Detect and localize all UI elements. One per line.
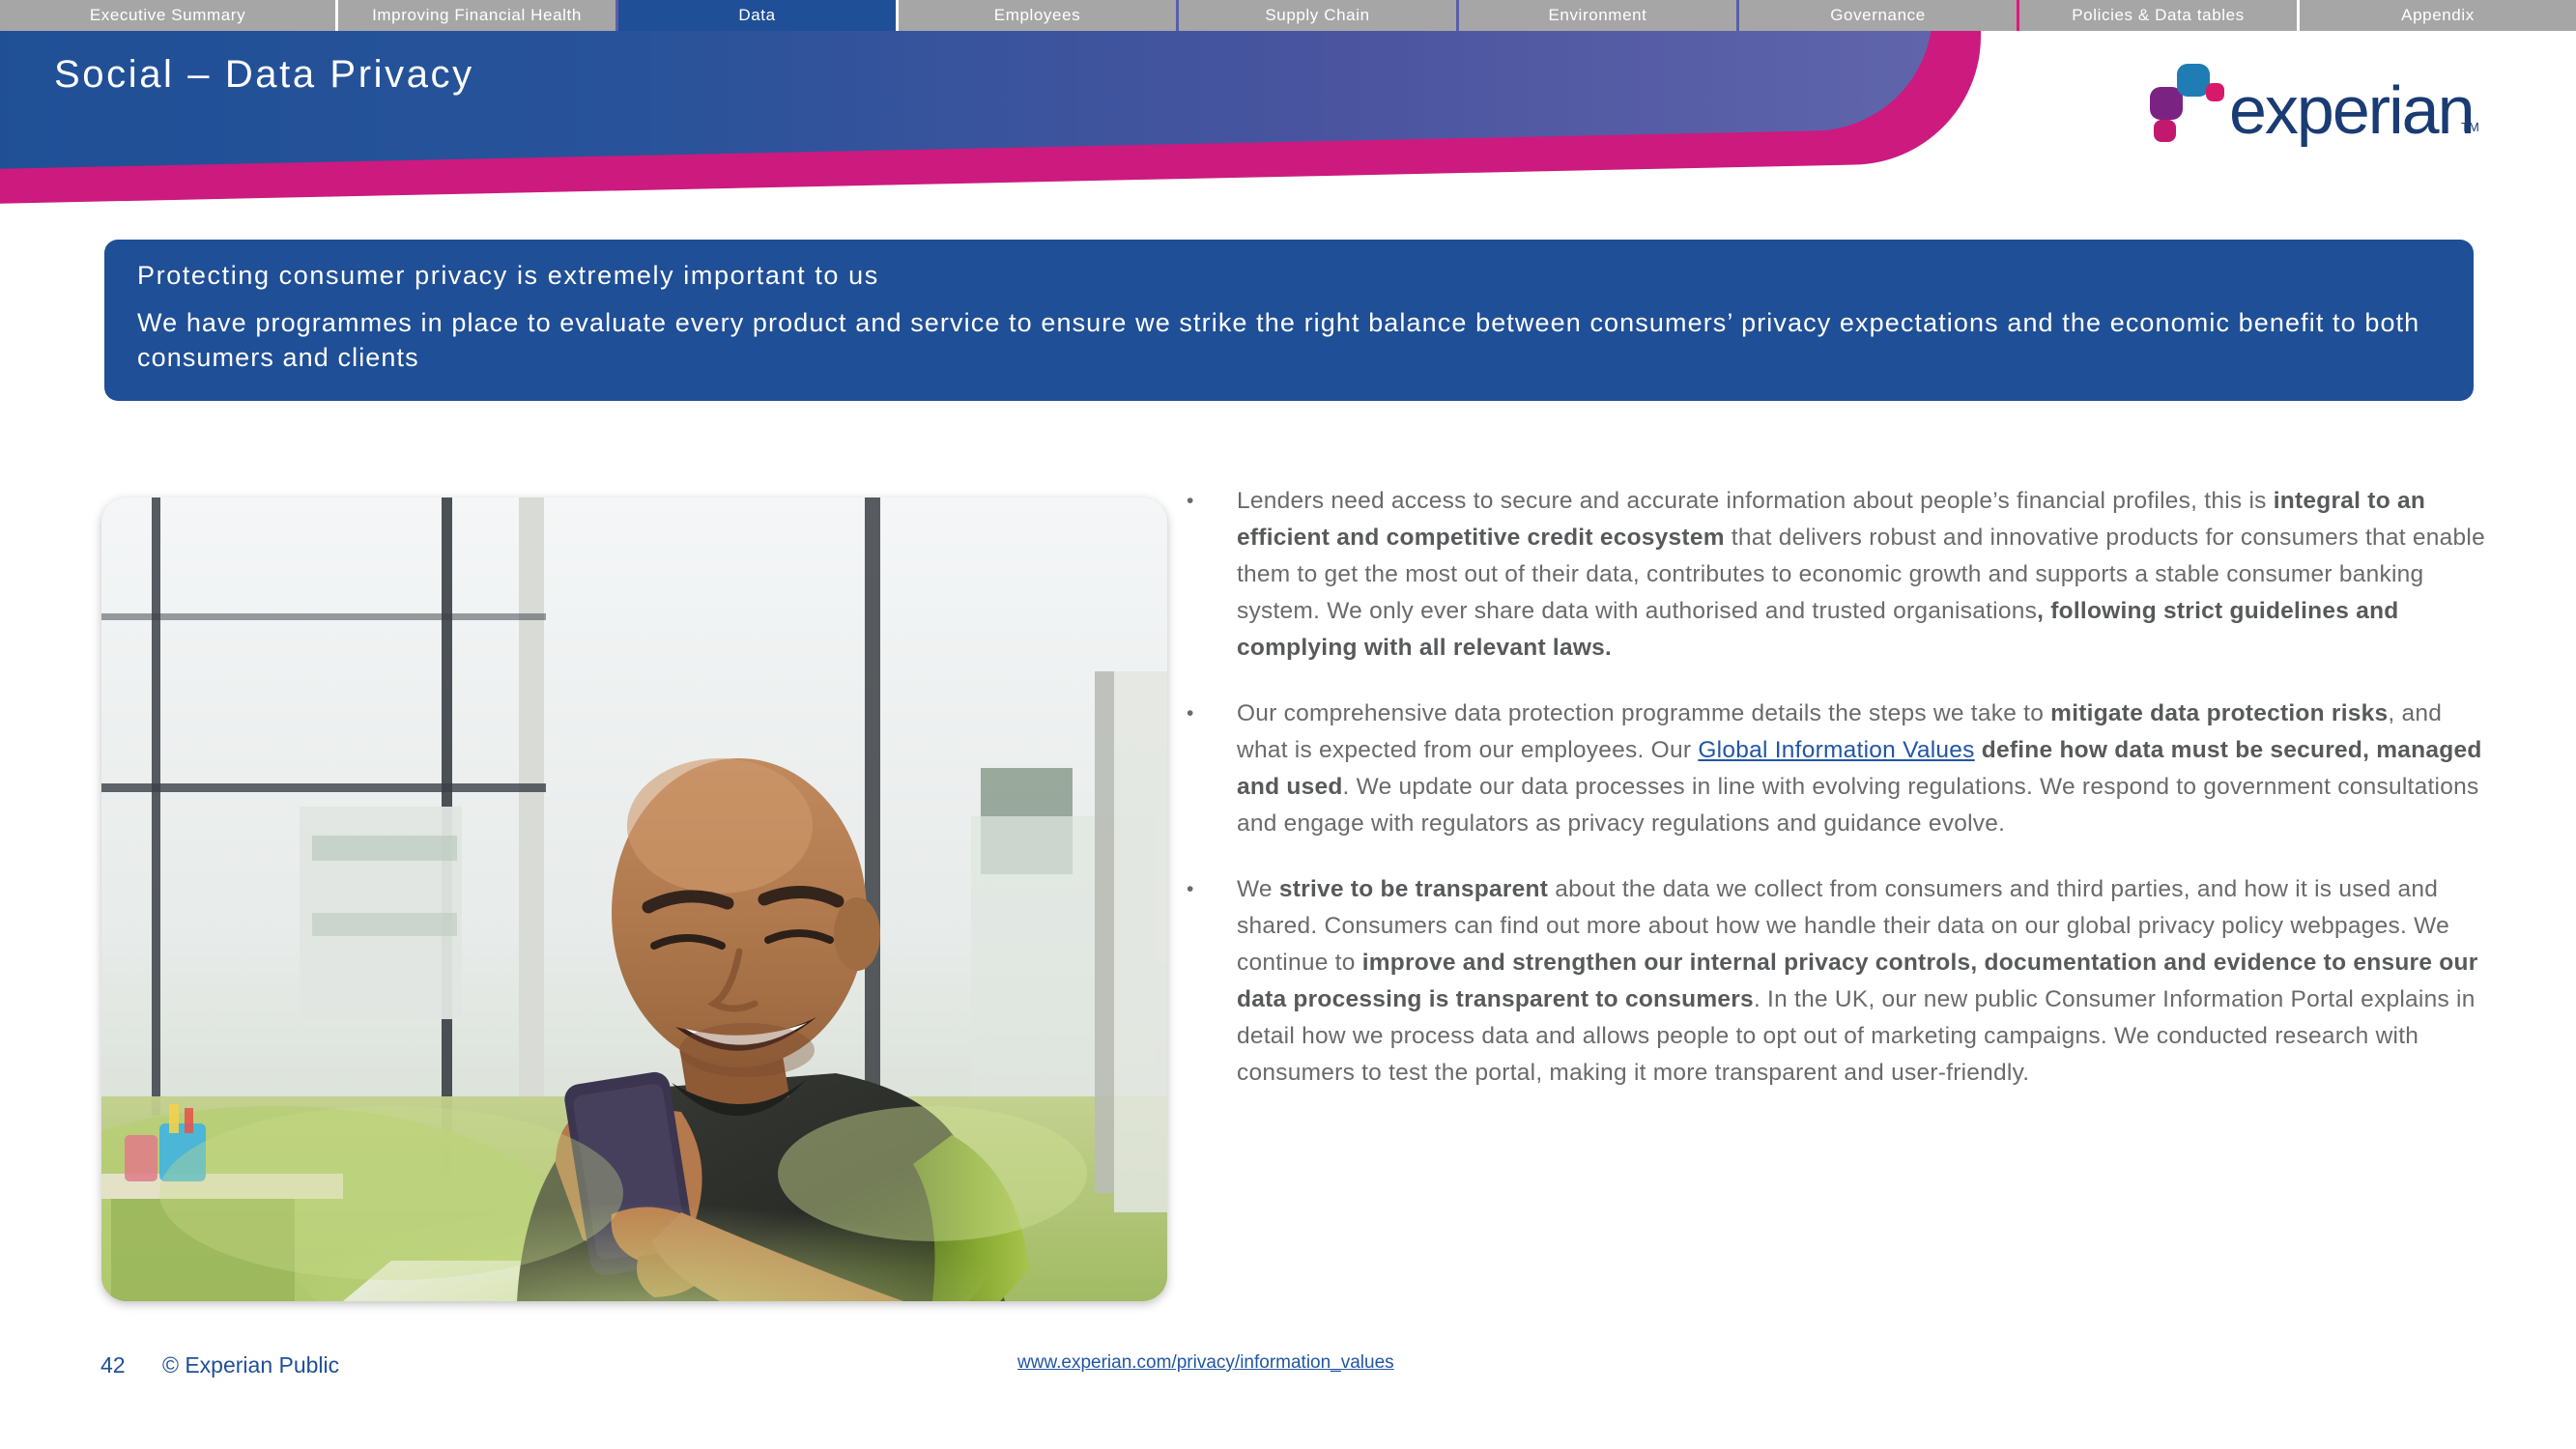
nav-tab-appendix[interactable]: Appendix [2300, 0, 2576, 31]
bullet-item: • We strive to be transparent about the d… [1181, 871, 2485, 1092]
bullet-text: Lenders need access to secure and accura… [1237, 483, 2485, 667]
nav-tab-policies-data-tables[interactable]: Policies & Data tables [2019, 0, 2300, 31]
logo-square-magenta [2206, 83, 2224, 101]
nav-tab-label: Governance [1830, 6, 1926, 24]
experian-logo: experian TM [2121, 60, 2479, 148]
nav-tab-label: Executive Summary [89, 6, 246, 24]
top-navigation-bar: Executive Summary Improving Financial Hea… [0, 0, 2576, 31]
svg-text:experian: experian [2229, 72, 2474, 147]
bullet-list: • Lenders need access to secure and accur… [1181, 483, 2485, 1121]
bullet-item: • Lenders need access to secure and accur… [1181, 483, 2485, 667]
nav-tab-environment[interactable]: Environment [1459, 0, 1739, 31]
bullet-emphasis: strive to be transparent [1278, 876, 1549, 902]
bullet-text: We strive to be transparent about the da… [1237, 871, 2485, 1092]
footer-copyright: © Experian Public [162, 1352, 340, 1378]
nav-tab-supply-chain[interactable]: Supply Chain [1179, 0, 1459, 31]
global-information-values-link[interactable]: Global Information Values [1698, 737, 1974, 763]
nav-tab-label: Appendix [2401, 6, 2475, 24]
highlight-callout-box: Protecting consumer privacy is extremely… [104, 240, 2474, 401]
callout-heading: Protecting consumer privacy is extremely… [137, 261, 879, 290]
bullet-marker-icon: • [1187, 490, 1194, 512]
bullet-text-run: . We update our data processes in line w… [1237, 774, 2479, 837]
footer-page-number: 42 [100, 1352, 126, 1378]
callout-body: We have programmes in place to evaluate … [137, 308, 2420, 372]
bullet-text-run: We [1237, 876, 1279, 902]
nav-tab-label: Supply Chain [1265, 6, 1370, 24]
logo-square-purple [2150, 87, 2183, 120]
logo-square-pink [2154, 120, 2176, 142]
bullet-text-run: Lenders need access to secure and accura… [1237, 488, 2274, 514]
logo-square-teal [2177, 64, 2210, 97]
nav-tab-governance[interactable]: Governance [1739, 0, 2019, 31]
nav-tab-label: Improving Financial Health [372, 6, 582, 24]
photo-smiling-man-with-smartphone [101, 497, 1167, 1301]
bullet-text: Our comprehensive data protection progra… [1237, 696, 2485, 842]
bullet-text-run [1975, 737, 1982, 763]
nav-tab-label: Employees [993, 6, 1081, 24]
nav-tab-executive-summary[interactable]: Executive Summary [0, 0, 338, 31]
bullet-text-run: Our comprehensive data protection progra… [1237, 700, 2051, 726]
nav-tab-label: Data [738, 6, 776, 24]
bullet-marker-icon: • [1187, 878, 1194, 900]
footer-privacy-link[interactable]: www.experian.com/privacy/information_val… [1017, 1352, 1394, 1374]
nav-tab-employees[interactable]: Employees [899, 0, 1179, 31]
nav-tab-improving-financial-health[interactable]: Improving Financial Health [338, 0, 618, 31]
nav-tab-data[interactable]: Data [618, 0, 899, 31]
bullet-marker-icon: • [1187, 702, 1194, 724]
page-title: Social – Data Privacy [54, 53, 474, 96]
svg-text:TM: TM [2461, 120, 2478, 134]
bullet-emphasis: mitigate data protection risks [2050, 700, 2389, 726]
nav-tab-label: Policies & Data tables [2072, 6, 2245, 24]
nav-tab-label: Environment [1548, 6, 1647, 24]
bullet-item: • Our comprehensive data protection progr… [1181, 696, 2485, 842]
